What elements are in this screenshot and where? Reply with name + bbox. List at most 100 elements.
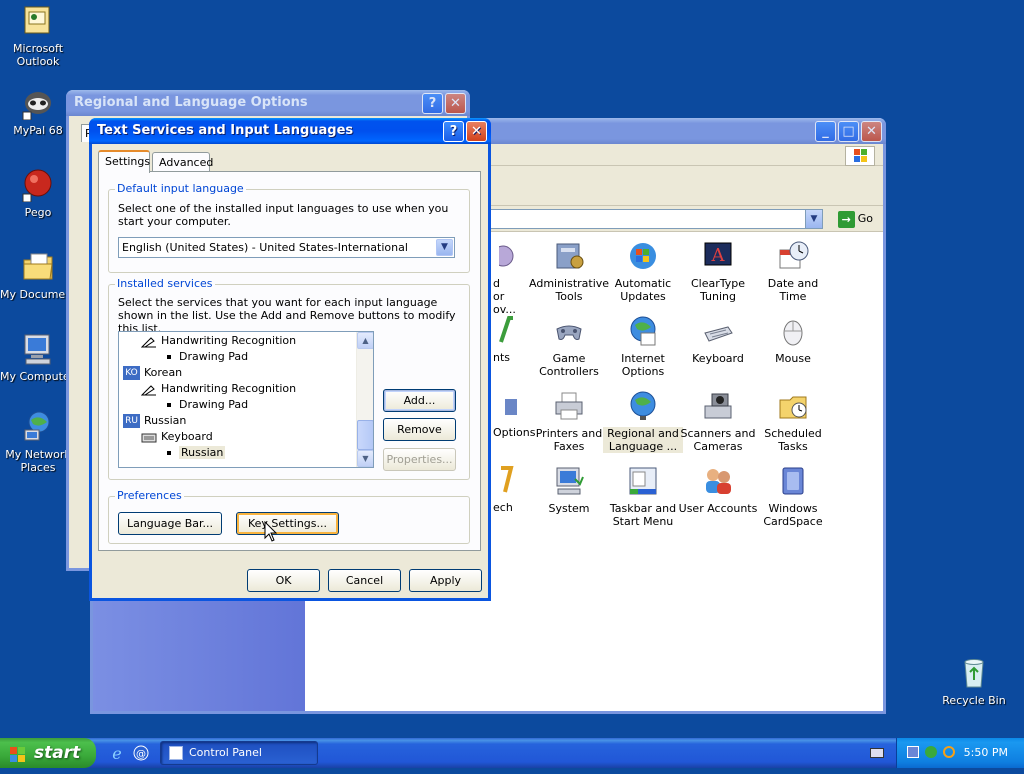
help-button[interactable]: ? xyxy=(422,93,443,114)
cp-item-label: nts xyxy=(493,351,511,364)
user-accounts-icon xyxy=(702,465,734,497)
tree-item[interactable]: Keyboard xyxy=(141,429,213,445)
cp-item-windows-cardspace[interactable]: Windows CardSpace xyxy=(753,465,833,528)
tree-item-selected[interactable]: Russian xyxy=(167,445,226,461)
chevron-down-icon[interactable]: ▼ xyxy=(436,239,453,256)
outlook-icon xyxy=(21,4,55,38)
ok-button[interactable]: OK xyxy=(247,569,320,592)
cp-item-keyboard[interactable]: Keyboard xyxy=(678,315,758,365)
language-bar-button[interactable]: Language Bar... xyxy=(118,512,222,535)
dialog-titlebar[interactable]: Text Services and Input Languages ? ✕ xyxy=(89,118,491,144)
tree-item[interactable]: Drawing Pad xyxy=(167,349,248,365)
cardspace-icon xyxy=(777,465,809,497)
text-services-dialog[interactable]: Text Services and Input Languages ? ✕ Se… xyxy=(89,118,491,601)
help-button[interactable]: ? xyxy=(443,121,464,142)
default-language-value: English (United States) - United States-… xyxy=(122,241,408,254)
default-language-select[interactable]: English (United States) - United States-… xyxy=(118,237,455,258)
desktop-icon-label: My Network Places xyxy=(5,448,71,474)
keyboard-tray-icon[interactable] xyxy=(870,748,884,758)
cp-item-regional-and-language[interactable]: Regional and Language ... xyxy=(603,390,683,453)
tree-item[interactable]: RU Russian xyxy=(123,413,186,429)
cp-item-automatic-updates[interactable]: Automatic Updates xyxy=(603,240,683,303)
start-button[interactable]: start xyxy=(0,738,96,768)
cp-item-scheduled-tasks[interactable]: Scheduled Tasks xyxy=(753,390,833,453)
search-tray-icon[interactable] xyxy=(943,746,955,758)
cp-item-internet-options[interactable]: Internet Options xyxy=(603,315,683,378)
desktop-icon-my-documents[interactable]: My Documents xyxy=(0,250,76,301)
desktop-icon-recycle-bin[interactable]: Recycle Bin xyxy=(936,656,1012,707)
speech-icon xyxy=(493,464,525,496)
cp-item-partial[interactable]: ech xyxy=(493,464,523,514)
cp-item-administrative-tools[interactable]: Administrative Tools xyxy=(529,240,609,303)
scanner-icon xyxy=(702,390,734,422)
regional-icon xyxy=(627,390,659,422)
cp-item-printers-and-faxes[interactable]: Printers and Faxes xyxy=(529,390,609,453)
system-tray: 5:50 PM xyxy=(896,738,1024,768)
my-computer-icon xyxy=(21,332,55,366)
cp-item-mouse[interactable]: Mouse xyxy=(753,315,833,365)
close-button[interactable]: ✕ xyxy=(861,121,882,142)
quick-launch-icon[interactable]: @ xyxy=(132,744,150,762)
cp-item-partial[interactable]: Options xyxy=(493,389,535,439)
tab-advanced[interactable]: Advanced xyxy=(152,152,213,172)
apply-button[interactable]: Apply xyxy=(409,569,482,592)
close-button[interactable]: ✕ xyxy=(466,121,487,142)
address-dropdown-icon[interactable]: ▼ xyxy=(805,210,822,228)
cp-item-user-accounts[interactable]: User Accounts xyxy=(678,465,758,515)
installed-services-tree[interactable]: Handwriting Recognition Drawing Pad KO Ko… xyxy=(118,331,374,468)
tree-item[interactable]: Handwriting Recognition xyxy=(140,333,296,349)
group-title: Default input language xyxy=(115,182,246,195)
desktop-icon-mypal[interactable]: MyPal 68 xyxy=(0,86,76,137)
default-language-group: Default input language Select one of the… xyxy=(108,182,470,273)
tab-settings[interactable]: Settings xyxy=(98,150,150,173)
go-button[interactable]: → Go xyxy=(837,210,873,228)
remove-button[interactable]: Remove xyxy=(383,418,456,441)
add-button[interactable]: Add... xyxy=(383,389,456,412)
cp-item-label: Taskbar and Start Menu xyxy=(609,502,677,528)
cp-item-system[interactable]: System xyxy=(529,465,609,515)
tree-item[interactable]: Handwriting Recognition xyxy=(140,381,296,397)
desktop-icon-pego[interactable]: Pego xyxy=(0,168,76,219)
cp-item-date-and-time[interactable]: Date and Time xyxy=(753,240,833,303)
key-settings-button[interactable]: Key Settings... xyxy=(236,512,339,535)
dialog-title: Text Services and Input Languages xyxy=(97,123,354,138)
tree-scrollbar[interactable]: ▲ ▼ xyxy=(356,332,373,467)
cp-item-label: Automatic Updates xyxy=(614,277,672,303)
cp-item-label: User Accounts xyxy=(678,502,758,515)
close-button[interactable]: ✕ xyxy=(445,93,466,114)
cp-item-partial[interactable]: d or ov... xyxy=(492,240,516,316)
printer-icon xyxy=(553,390,585,422)
minimize-button[interactable]: _ xyxy=(815,121,836,142)
control-panel-icon xyxy=(169,746,183,760)
date-time-icon xyxy=(777,240,809,272)
clock[interactable]: 5:50 PM xyxy=(964,738,1008,768)
windows-flag-icon xyxy=(9,744,27,762)
cp-item-game-controllers[interactable]: Game Controllers xyxy=(529,315,609,378)
default-language-description: Select one of the installed input langua… xyxy=(118,202,449,228)
desktop-icon-outlook[interactable]: Microsoft Outlook xyxy=(0,4,76,68)
my-documents-icon xyxy=(21,250,55,284)
cp-item-label: d or xyxy=(493,277,505,303)
taskbar-item-control-panel[interactable]: Control Panel xyxy=(160,741,318,765)
cp-item-cleartype-tuning[interactable]: A ClearType Tuning xyxy=(678,240,758,303)
mypal-icon xyxy=(21,86,55,121)
tree-item[interactable]: Drawing Pad xyxy=(167,397,248,413)
cp-item-partial[interactable]: nts xyxy=(493,314,515,364)
desktop-icon-network-places[interactable]: My Network Places xyxy=(0,410,76,474)
tree-item[interactable]: KO Korean xyxy=(123,365,182,381)
desktop-icon-my-computer[interactable]: My Computer xyxy=(0,332,76,383)
bullet-icon xyxy=(167,451,171,455)
language-badge-icon: KO xyxy=(123,366,140,380)
internet-explorer-icon[interactable]: e xyxy=(108,744,126,763)
scroll-down-button[interactable]: ▼ xyxy=(357,450,373,467)
regional-options-titlebar[interactable]: Regional and Language Options ? ✕ xyxy=(66,90,470,116)
scroll-thumb[interactable] xyxy=(357,420,373,450)
cp-item-taskbar-and-start-menu[interactable]: Taskbar and Start Menu xyxy=(603,465,683,528)
cp-item-scanners-and-cameras[interactable]: Scanners and Cameras xyxy=(678,390,758,453)
properties-button[interactable]: Properties... xyxy=(383,448,456,471)
cancel-button[interactable]: Cancel xyxy=(328,569,401,592)
network-tray-icon[interactable] xyxy=(907,746,919,758)
shield-tray-icon[interactable] xyxy=(925,746,937,758)
maximize-button[interactable]: □ xyxy=(838,121,859,142)
scroll-up-button[interactable]: ▲ xyxy=(357,332,373,349)
